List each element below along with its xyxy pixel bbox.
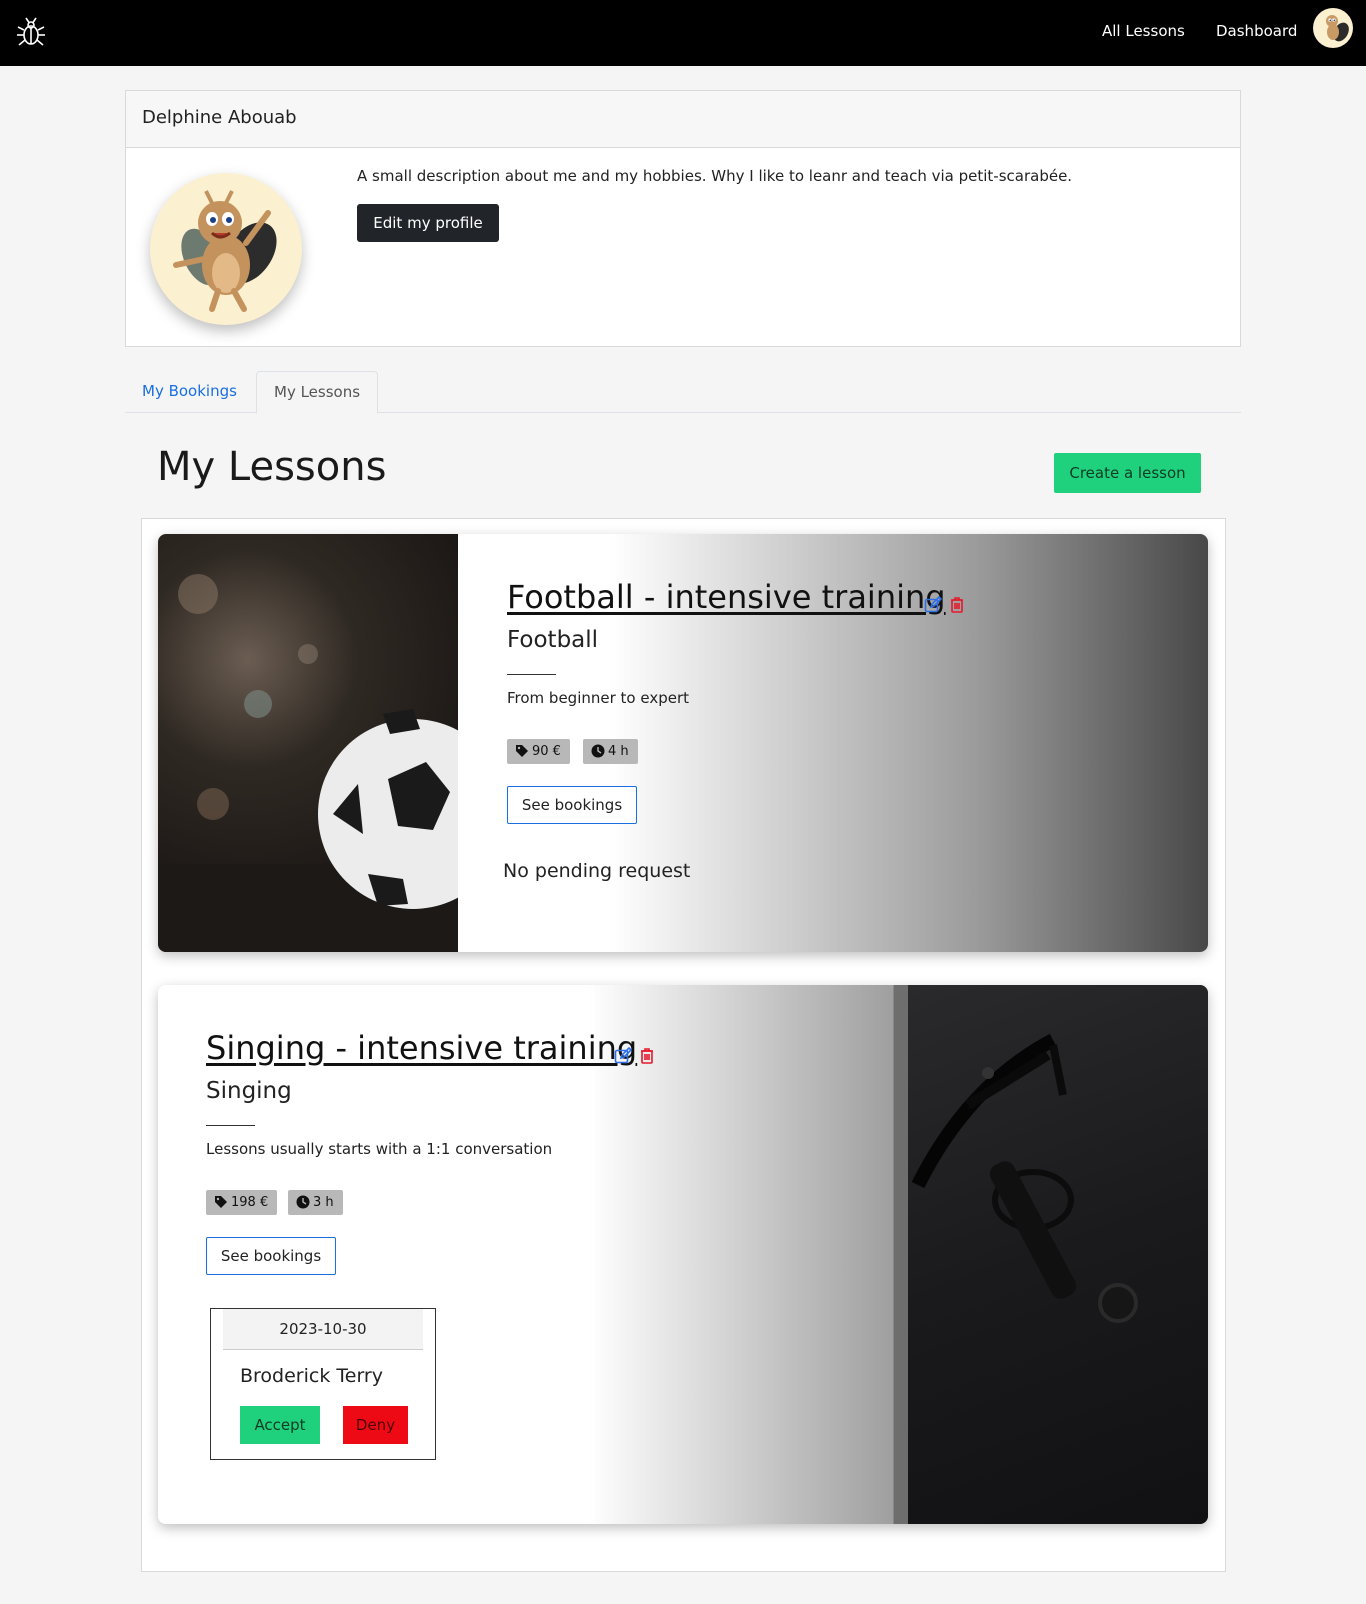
price-badge: 90 € <box>507 739 570 764</box>
duration-badge: 3 h <box>288 1190 343 1215</box>
microphone-image-icon <box>911 1033 1138 1323</box>
lesson-description: From beginner to expert <box>507 689 690 707</box>
duration-badge: 4 h <box>583 739 638 764</box>
create-lesson-button[interactable]: Create a lesson <box>1054 453 1201 493</box>
profile-description: A small description about me and my hobb… <box>357 167 1073 185</box>
clock-icon <box>591 744 605 758</box>
profile-tabs: My Bookings My Lessons <box>125 371 1241 414</box>
tag-icon <box>516 745 528 757</box>
booking-request-card: 2023-10-30 Broderick Terry Accept Deny <box>210 1308 436 1460</box>
user-avatar[interactable] <box>1313 8 1353 48</box>
see-bookings-button[interactable]: See bookings <box>206 1237 336 1275</box>
lesson-description: Lessons usually starts with a 1:1 conver… <box>206 1140 553 1158</box>
lesson-title-link[interactable]: Singing - intensive training <box>206 1029 637 1067</box>
beetle-mascot-icon <box>1326 15 1349 42</box>
profile-avatar <box>150 173 302 325</box>
lesson-card: Football - intensive training Football F… <box>158 534 1208 952</box>
nav-all-lessons-link[interactable]: All Lessons <box>1102 22 1185 40</box>
price-value: 90 € <box>532 744 561 759</box>
see-bookings-button[interactable]: See bookings <box>507 786 637 824</box>
nav-dashboard-link[interactable]: Dashboard <box>1216 22 1297 40</box>
beetle-mascot-icon <box>173 190 277 312</box>
divider <box>206 1125 255 1126</box>
lesson-image <box>158 534 508 952</box>
divider <box>507 674 556 675</box>
delete-icon[interactable] <box>638 1047 656 1065</box>
profile-name: Delphine Abouab <box>126 91 1240 148</box>
duration-value: 3 h <box>313 1195 334 1210</box>
navbar: All Lessons Dashboard <box>0 0 1366 66</box>
request-student-name: Broderick Terry <box>240 1365 383 1387</box>
pending-status: No pending request <box>503 860 691 882</box>
edit-icon[interactable] <box>924 596 942 614</box>
delete-icon[interactable] <box>948 596 966 614</box>
tab-my-lessons[interactable]: My Lessons <box>256 371 379 414</box>
lesson-title-link[interactable]: Football - intensive training <box>507 578 946 616</box>
price-badge: 198 € <box>206 1190 278 1215</box>
page-title: My Lessons <box>157 444 387 490</box>
price-value: 198 € <box>231 1195 269 1210</box>
clock-icon <box>296 1195 310 1209</box>
football-image-icon <box>158 574 508 952</box>
tag-icon <box>215 1196 227 1208</box>
beetle-logo-icon[interactable] <box>14 16 48 50</box>
lesson-category: Football <box>507 627 599 653</box>
profile-card: Delphine Abouab A small description abou… <box>125 90 1241 347</box>
edit-profile-button[interactable]: Edit my profile <box>357 204 499 242</box>
request-date: 2023-10-30 <box>223 1309 423 1350</box>
tab-my-bookings[interactable]: My Bookings <box>125 371 254 413</box>
lesson-category: Singing <box>206 1078 292 1104</box>
deny-button[interactable]: Deny <box>343 1406 408 1444</box>
duration-value: 4 h <box>608 744 629 759</box>
edit-icon[interactable] <box>614 1047 632 1065</box>
accept-button[interactable]: Accept <box>240 1406 320 1444</box>
lesson-image <box>908 985 1208 1524</box>
